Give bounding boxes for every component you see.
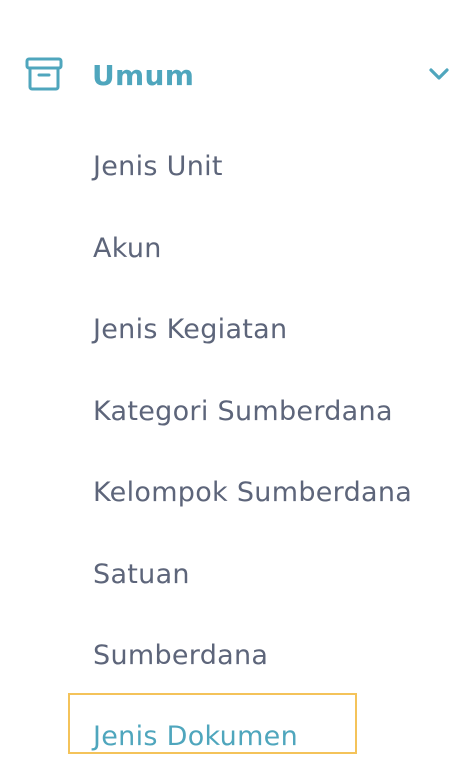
submenu-item-sumberdana[interactable]: Sumberdana — [93, 630, 268, 680]
submenu-item-jenis-kegiatan[interactable]: Jenis Kegiatan — [93, 304, 287, 354]
submenu-item-jenis-unit[interactable]: Jenis Unit — [93, 141, 223, 191]
submenu-item-akun[interactable]: Akun — [93, 223, 162, 273]
submenu-item-satuan[interactable]: Satuan — [93, 549, 190, 599]
sidebar-menu: Umum Jenis Unit Akun Jenis Kegiatan Kate… — [0, 0, 451, 767]
submenu-umum: Jenis Unit Akun Jenis Kegiatan Kategori … — [0, 0, 451, 767]
submenu-item-kategori-sumberdana[interactable]: Kategori Sumberdana — [93, 386, 393, 436]
submenu-item-jenis-dokumen[interactable]: Jenis Dokumen — [93, 711, 298, 761]
submenu-item-kelompok-sumberdana[interactable]: Kelompok Sumberdana — [93, 467, 412, 517]
